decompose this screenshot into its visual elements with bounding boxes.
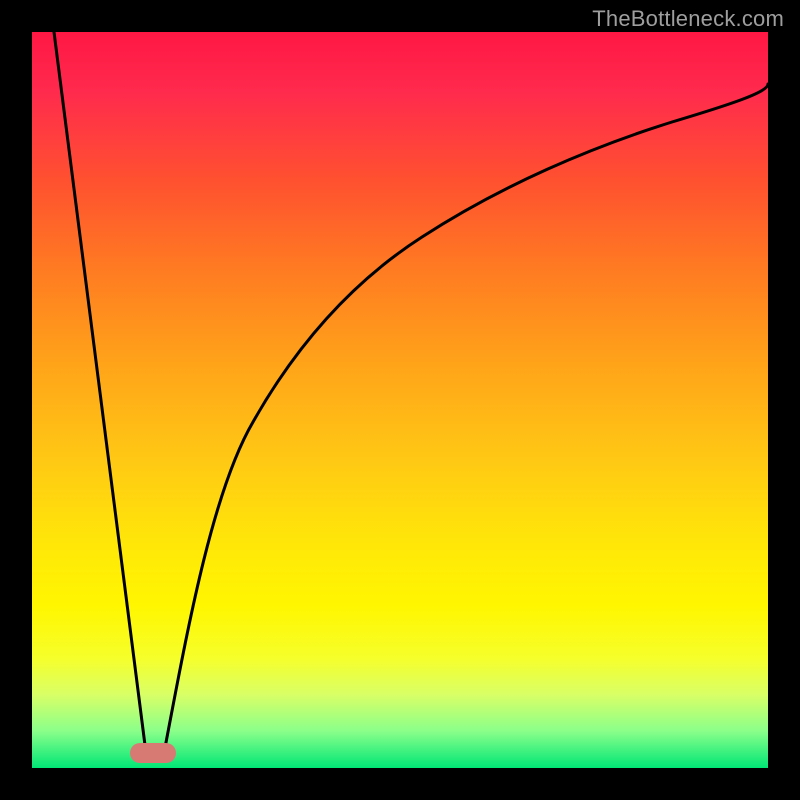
plot-area bbox=[32, 32, 768, 768]
watermark-text: TheBottleneck.com bbox=[592, 6, 784, 32]
bottleneck-marker bbox=[130, 743, 176, 763]
curve-left-branch bbox=[54, 32, 146, 753]
curve-layer bbox=[32, 32, 768, 768]
curve-right-branch bbox=[164, 84, 768, 753]
chart-frame: TheBottleneck.com bbox=[0, 0, 800, 800]
